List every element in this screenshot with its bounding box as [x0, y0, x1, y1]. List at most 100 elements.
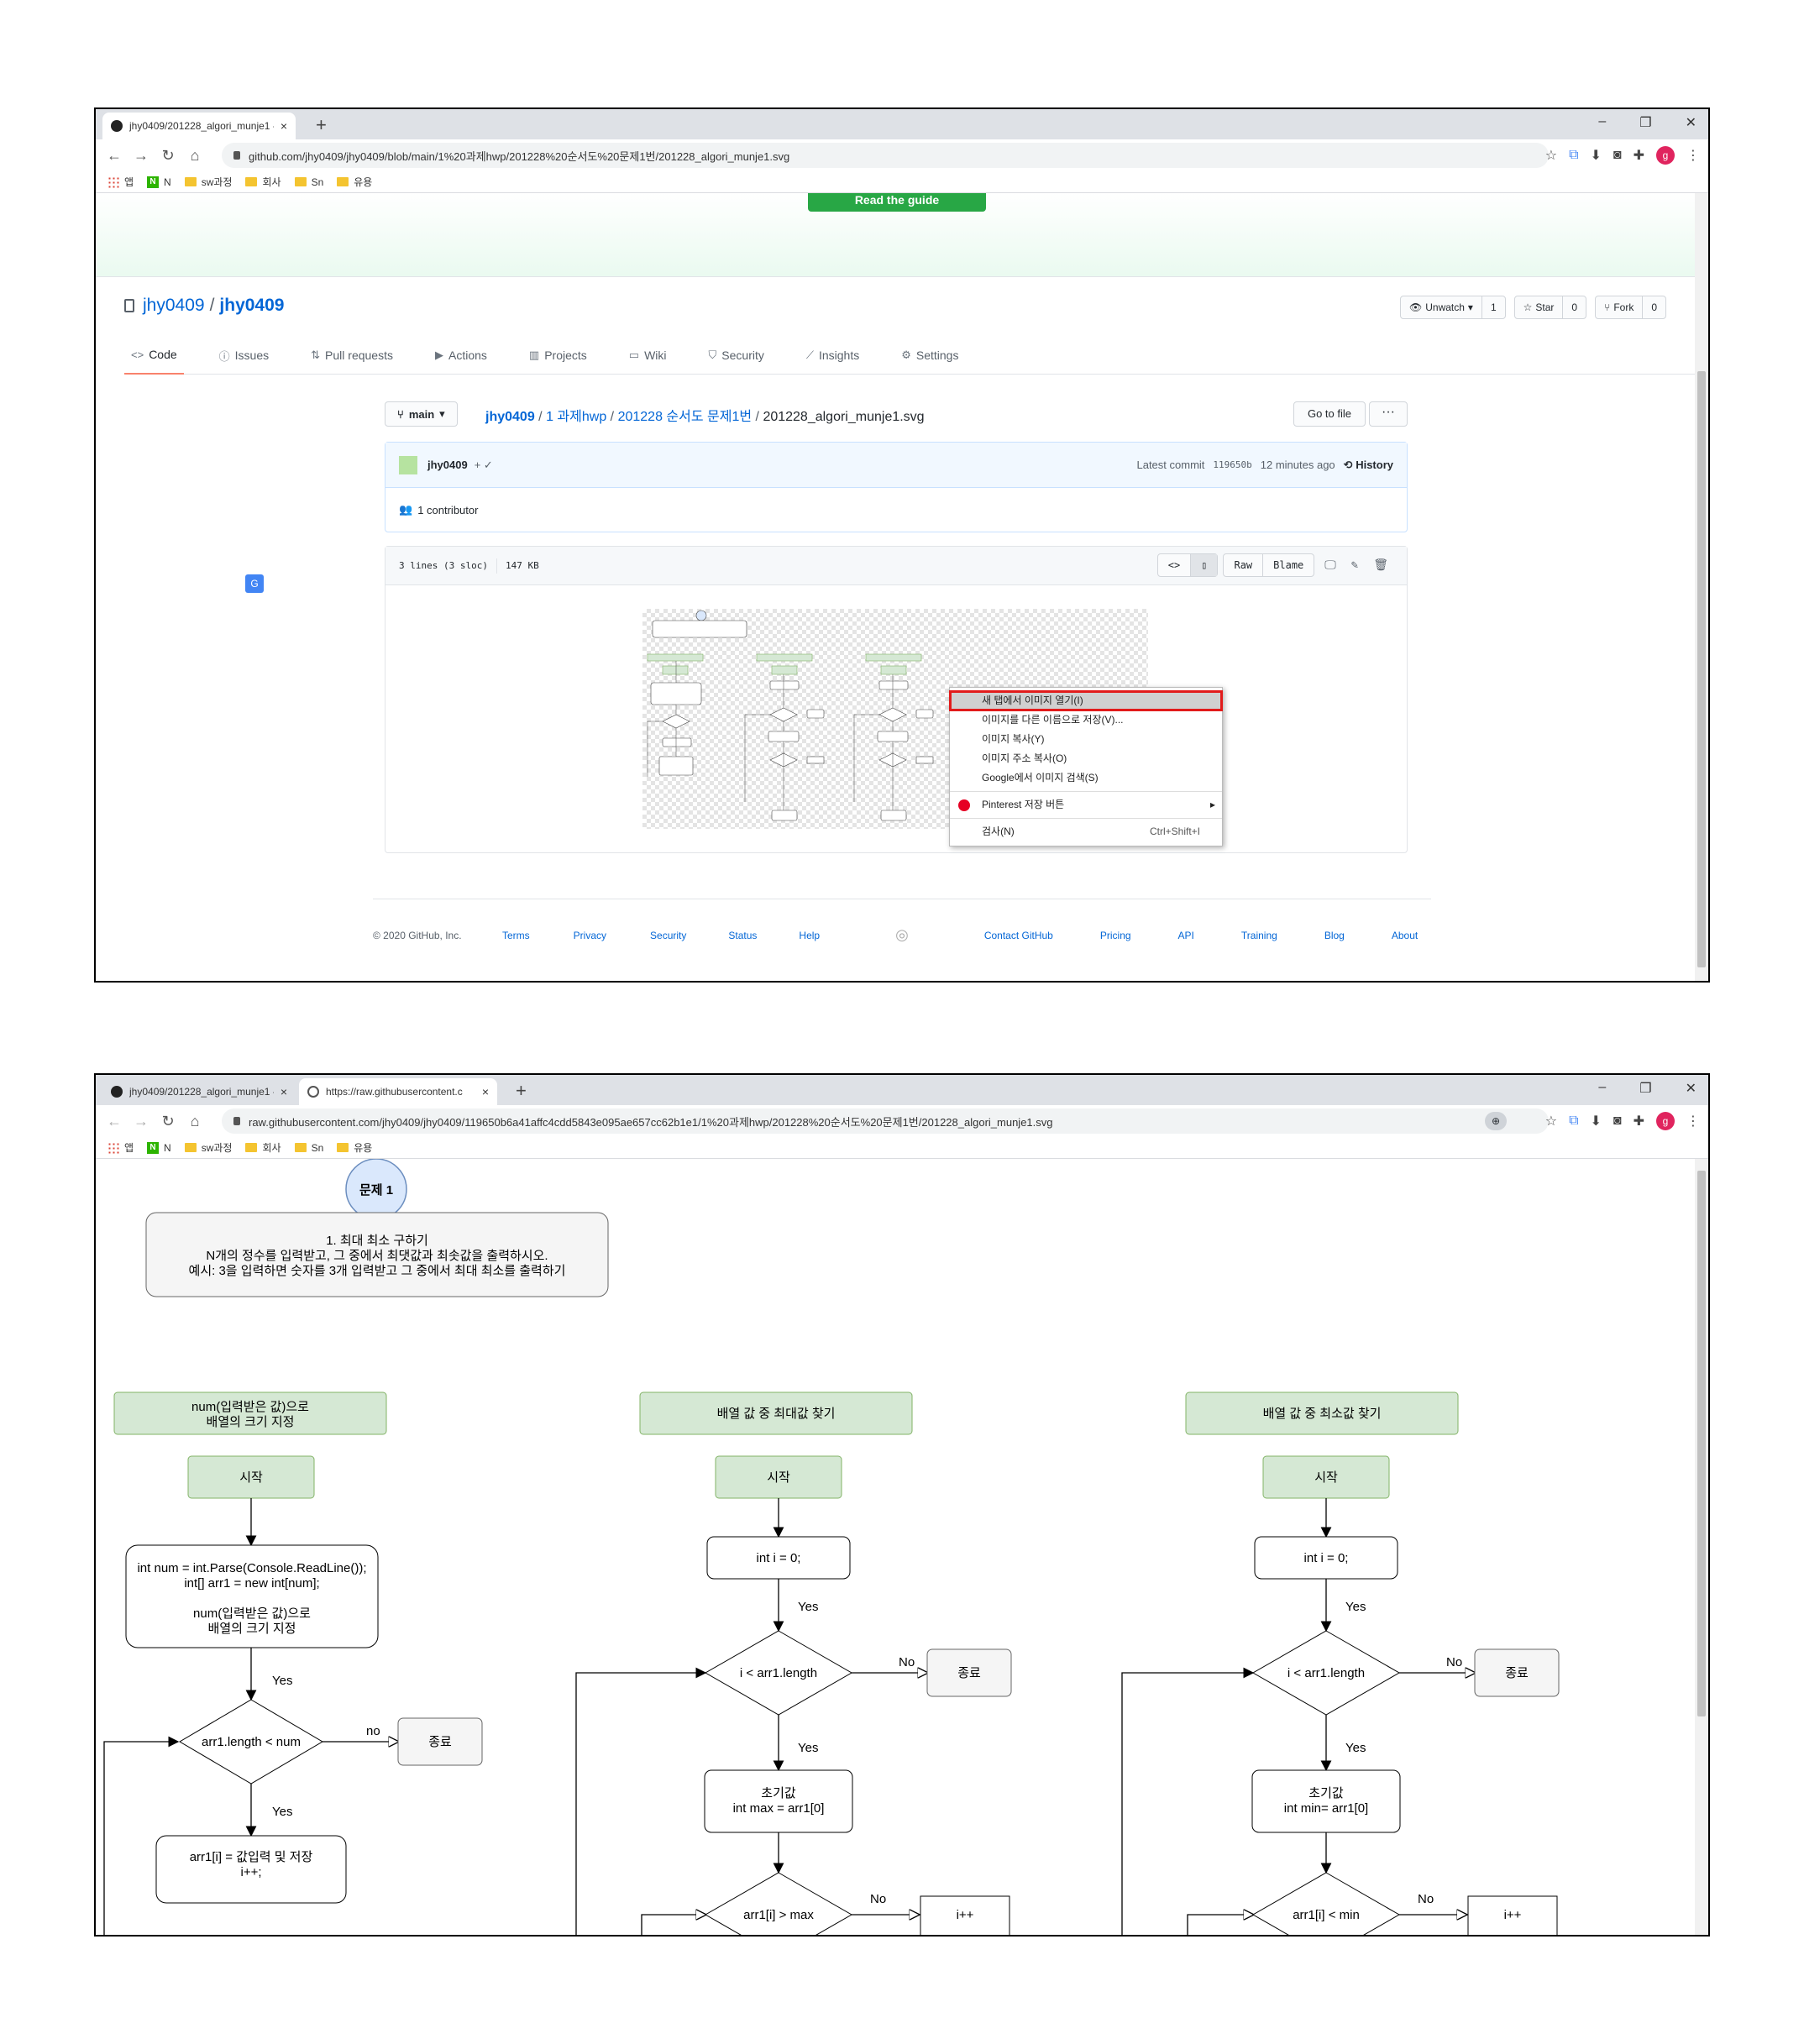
footer-link-about[interactable]: About [1392, 930, 1418, 944]
bookmark-folder-sn[interactable]: Sn [294, 176, 323, 188]
bookmark-star-icon[interactable]: ☆ [1545, 1113, 1557, 1129]
rendered-view-icon[interactable]: ▯ [1191, 554, 1218, 576]
tab-close-icon[interactable]: × [281, 1085, 287, 1098]
menu-search-google-image[interactable]: Google에서 이미지 검색(S) [950, 768, 1222, 788]
menu-inspect[interactable]: 검사(N) Ctrl+Shift+I [950, 822, 1222, 841]
menu-dots-icon[interactable]: ⋮ [1686, 147, 1700, 164]
breadcrumb-owner[interactable]: jhy0409 [485, 410, 535, 424]
scroll-thumb[interactable] [1697, 371, 1706, 967]
footer-link-blog[interactable]: Blog [1324, 930, 1345, 944]
footer-link-pricing[interactable]: Pricing [1100, 930, 1131, 944]
scroll-thumb[interactable] [1697, 1171, 1706, 1716]
profile-avatar[interactable]: g [1656, 1112, 1675, 1130]
minimize-button[interactable]: – [1598, 114, 1606, 131]
breadcrumb-folder-flowchart[interactable]: 201228 순서도 문제1번 [618, 410, 753, 424]
footer-link-security[interactable]: Security [650, 930, 686, 944]
new-tab-button[interactable]: + [316, 114, 327, 136]
translate-extension-icon[interactable]: ⧉ [1569, 1114, 1578, 1129]
bookmark-naver[interactable]: NN [147, 176, 171, 188]
tab-pull-requests[interactable]: ⇅ Pull requests [304, 336, 400, 375]
back-icon[interactable]: ← [101, 147, 128, 165]
translate-float-icon[interactable]: G [245, 574, 264, 593]
bookmark-folder-sn[interactable]: Sn [294, 1142, 323, 1154]
reload-icon[interactable]: ↻ [155, 147, 181, 165]
menu-copy-image-address[interactable]: 이미지 주소 복사(O) [950, 749, 1222, 768]
browser-tab-github[interactable]: jhy0409/201228_algori_munje1 - × [102, 113, 296, 139]
address-bar[interactable]: github.com/jhy0409/jhy0409/blob/main/1%2… [222, 143, 1549, 168]
go-to-file-button[interactable]: Go to file [1293, 401, 1366, 427]
footer-link-contact[interactable]: Contact GitHub [984, 930, 1053, 944]
zoom-icon[interactable]: ⊕ [1485, 1112, 1507, 1130]
tab-actions[interactable]: ▶ Actions [428, 336, 494, 375]
bookmark-apps[interactable]: 앱 [108, 1140, 134, 1155]
page-scrollbar[interactable] [1695, 193, 1708, 981]
home-icon[interactable]: ⌂ [181, 147, 208, 165]
bookmark-folder-company[interactable]: 회사 [245, 1140, 281, 1155]
commit-author[interactable]: jhy0409 [427, 459, 468, 471]
camera-extension-icon[interactable]: ◙ [1613, 148, 1622, 163]
menu-copy-image[interactable]: 이미지 복사(Y) [950, 730, 1222, 749]
history-link[interactable]: ⟲ History [1344, 459, 1393, 472]
footer-link-api[interactable]: API [1178, 930, 1194, 944]
close-window-button[interactable]: ✕ [1686, 114, 1696, 131]
more-options-button[interactable]: ··· [1369, 401, 1408, 427]
download-extension-icon[interactable]: ⬇ [1591, 147, 1602, 164]
home-icon[interactable]: ⌂ [181, 1113, 208, 1130]
bookmark-folder-useful[interactable]: 유용 [337, 1140, 372, 1155]
new-tab-button[interactable]: + [516, 1080, 527, 1102]
branch-select-button[interactable]: ⑂ main ▾ [385, 401, 458, 427]
blame-button[interactable]: Blame [1263, 554, 1314, 576]
back-icon[interactable]: ← [101, 1113, 128, 1130]
read-guide-button[interactable]: Read the guide [808, 193, 986, 212]
footer-link-help[interactable]: Help [799, 930, 820, 944]
tab-close-icon[interactable]: × [281, 119, 287, 133]
tab-insights[interactable]: ⟋ Insights [800, 336, 866, 375]
footer-link-privacy[interactable]: Privacy [574, 930, 606, 944]
footer-link-terms[interactable]: Terms [502, 930, 530, 944]
tab-projects[interactable]: ▥ Projects [522, 336, 594, 375]
source-view-icon[interactable]: <> [1158, 554, 1192, 576]
menu-pinterest-save[interactable]: Pinterest 저장 버튼 ▸ [950, 795, 1222, 815]
bookmark-star-icon[interactable]: ☆ [1545, 147, 1557, 164]
bookmark-folder-useful[interactable]: 유용 [337, 175, 372, 189]
browser-tab-github[interactable]: jhy0409/201228_algori_munje1 - × [102, 1078, 296, 1105]
puzzle-icon[interactable]: ✚ [1634, 147, 1644, 164]
close-window-button[interactable]: ✕ [1686, 1080, 1696, 1097]
menu-dots-icon[interactable]: ⋮ [1686, 1113, 1700, 1129]
github-logo-icon[interactable]: ◎ [895, 926, 909, 944]
contributors-row[interactable]: 👥 1 contributor [385, 488, 1407, 532]
page-scrollbar[interactable] [1695, 1159, 1708, 1935]
bookmark-folder-company[interactable]: 회사 [245, 175, 281, 189]
desktop-icon[interactable]: 🖵 [1319, 558, 1341, 572]
minimize-button[interactable]: – [1598, 1080, 1606, 1097]
bookmark-folder-sw[interactable]: sw과정 [184, 1140, 232, 1155]
commit-hash[interactable]: 119650b [1213, 459, 1251, 470]
trash-icon[interactable]: 🗑 [1368, 558, 1393, 572]
translate-extension-icon[interactable]: ⧉ [1569, 148, 1578, 163]
bookmark-naver[interactable]: NN [147, 1141, 171, 1154]
unwatch-button[interactable]: 👁 Unwatch ▾ 1 [1400, 296, 1506, 319]
raw-button[interactable]: Raw [1224, 554, 1264, 576]
tab-wiki[interactable]: ▭ Wiki [622, 336, 674, 375]
repo-owner-link[interactable]: jhy0409 [143, 296, 205, 316]
reload-icon[interactable]: ↻ [155, 1113, 181, 1130]
tab-code[interactable]: <> Code [124, 336, 184, 375]
repo-name-link[interactable]: jhy0409 [219, 296, 284, 316]
forward-icon[interactable]: → [128, 147, 155, 165]
footer-link-status[interactable]: Status [728, 930, 757, 944]
tab-settings[interactable]: ⚙ Settings [894, 336, 965, 375]
tab-issues[interactable]: ⓘ Issues [212, 336, 275, 375]
bookmark-folder-sw[interactable]: sw과정 [184, 175, 232, 189]
forward-icon[interactable]: → [128, 1113, 155, 1130]
camera-extension-icon[interactable]: ◙ [1613, 1114, 1622, 1129]
download-extension-icon[interactable]: ⬇ [1591, 1113, 1602, 1129]
tab-close-icon[interactable]: × [482, 1085, 489, 1098]
bookmark-apps[interactable]: 앱 [108, 175, 134, 189]
puzzle-icon[interactable]: ✚ [1634, 1113, 1644, 1129]
star-button[interactable]: ☆ Star 0 [1513, 296, 1587, 319]
fork-button[interactable]: ⑂ Fork 0 [1595, 296, 1666, 319]
restore-button[interactable]: ❐ [1639, 114, 1651, 131]
profile-avatar[interactable]: g [1656, 146, 1675, 165]
restore-button[interactable]: ❐ [1639, 1080, 1651, 1097]
pencil-icon[interactable]: ✎ [1346, 558, 1363, 572]
